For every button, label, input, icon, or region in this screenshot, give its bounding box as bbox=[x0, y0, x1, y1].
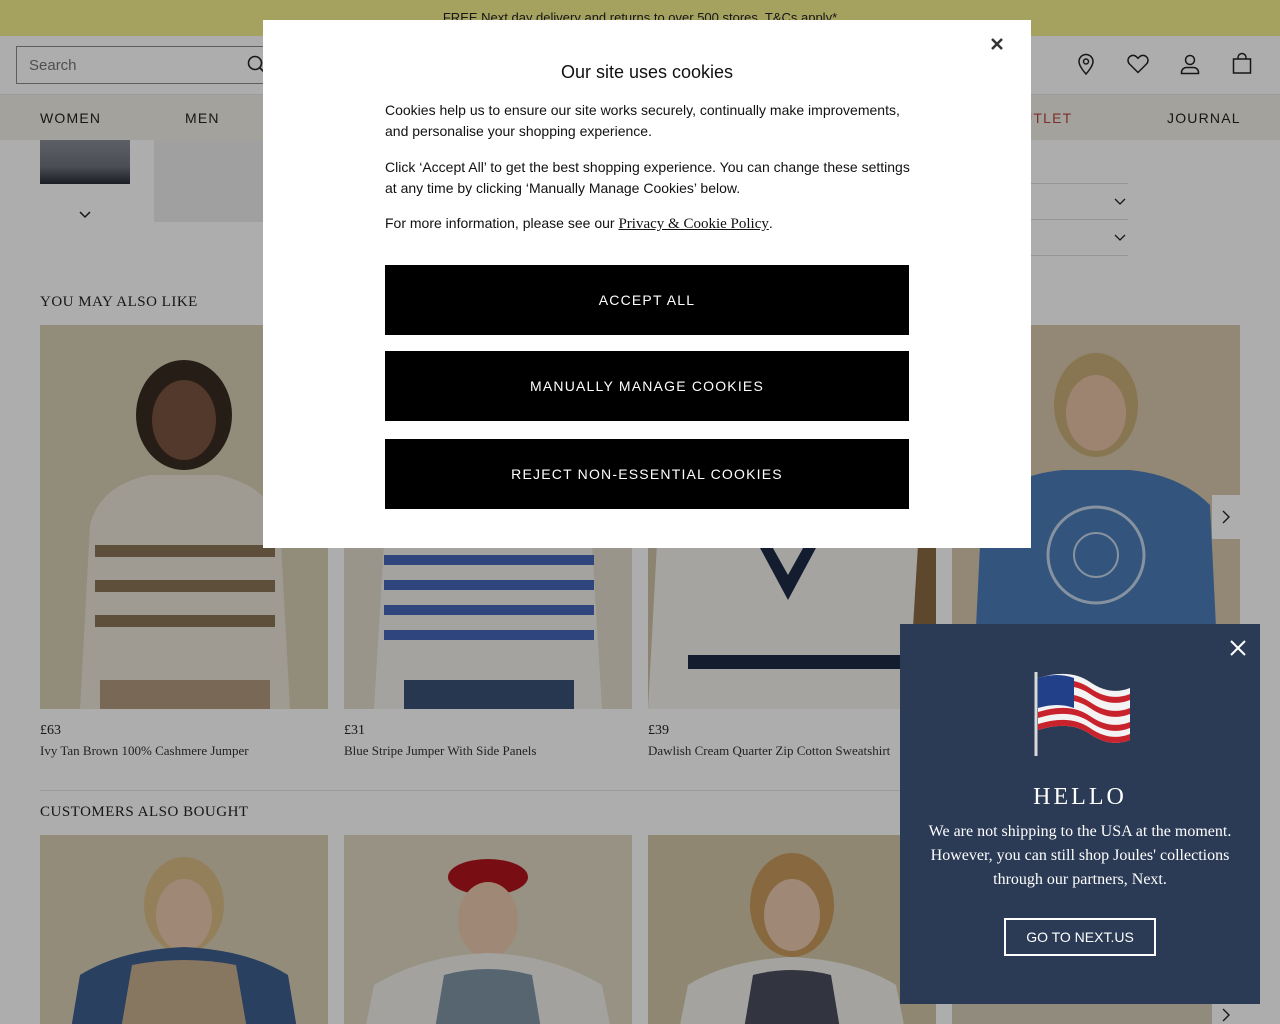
privacy-cookie-policy-link[interactable]: Privacy & Cookie Policy bbox=[618, 216, 768, 232]
cookie-consent-modal: Our site uses cookies Cookies help us to… bbox=[263, 20, 1031, 548]
cookie-modal-paragraph: Cookies help us to ensure our site works… bbox=[385, 102, 900, 139]
us-flag-icon bbox=[1034, 672, 1130, 756]
close-icon[interactable] bbox=[987, 34, 1007, 54]
cookie-modal-paragraph: Click ‘Accept All’ to get the best shopp… bbox=[385, 159, 910, 196]
accept-all-button[interactable]: ACCEPT ALL bbox=[385, 265, 909, 335]
reject-cookies-button[interactable]: REJECT NON-ESSENTIAL COOKIES bbox=[385, 439, 909, 509]
country-notice-popup: HELLO We are not shipping to the USA at … bbox=[900, 624, 1260, 1004]
cookie-modal-paragraph: For more information, please see our Pri… bbox=[385, 213, 915, 235]
close-icon[interactable] bbox=[1230, 640, 1246, 656]
cookie-modal-title: Our site uses cookies bbox=[560, 62, 734, 82]
popup-message: We are not shipping to the USA at the mo… bbox=[928, 823, 1232, 888]
popup-title: HELLO bbox=[1033, 784, 1127, 810]
manage-cookies-button[interactable]: MANUALLY MANAGE COOKIES bbox=[385, 351, 909, 421]
go-to-next-us-button[interactable]: GO TO NEXT.US bbox=[1004, 918, 1156, 956]
cookie-policy-prefix: For more information, please see our bbox=[385, 215, 619, 231]
cookie-policy-suffix: . bbox=[768, 215, 773, 231]
